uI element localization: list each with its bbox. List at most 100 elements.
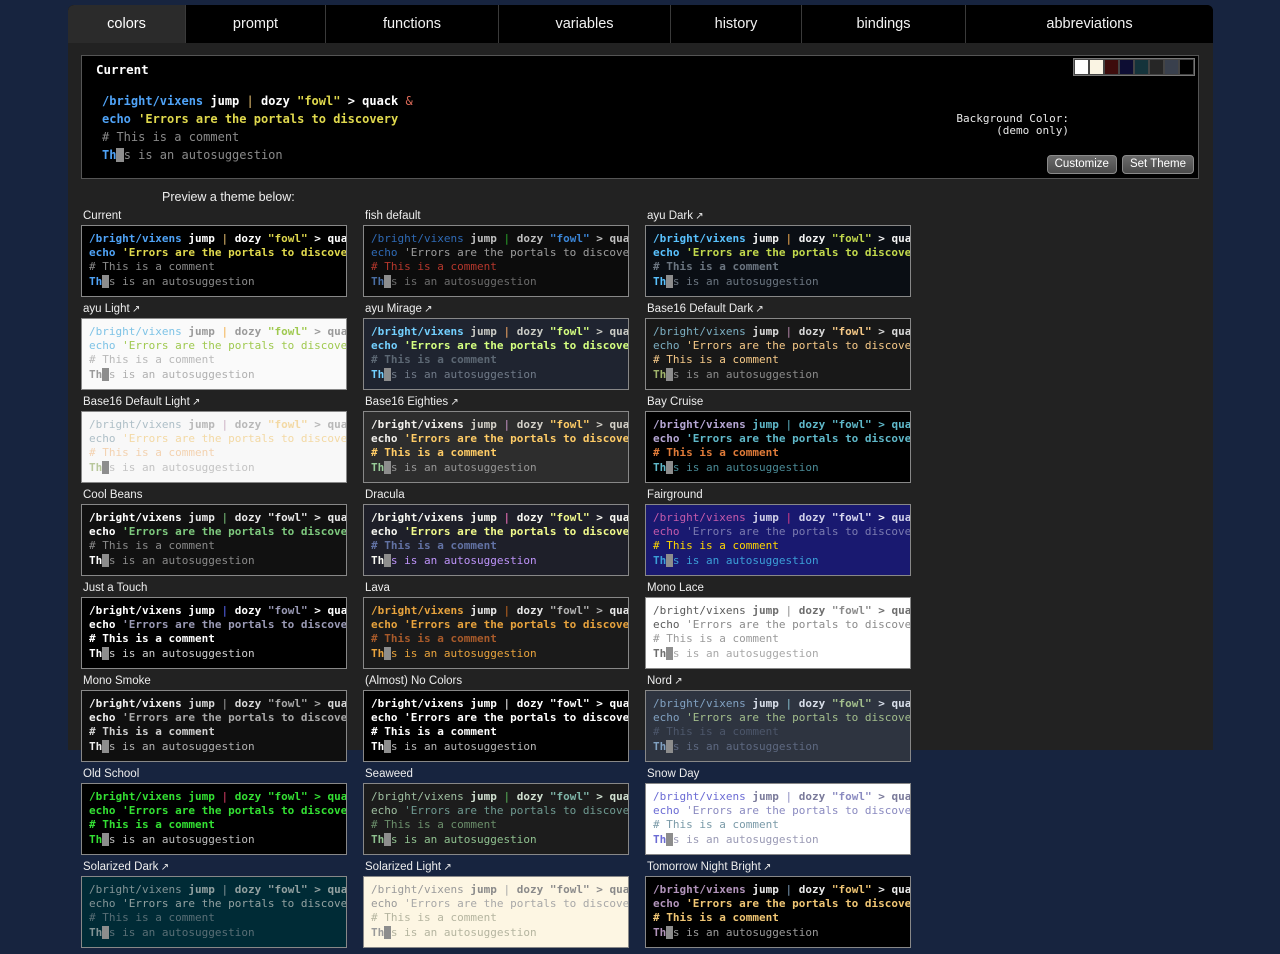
theme-preview-box[interactable]: /bright/vixens jump | dozy "fowl" > quac… (645, 876, 911, 948)
code-command-path: /bright/vixens (371, 697, 464, 710)
theme-preview-box[interactable]: /bright/vixens jump | dozy "fowl" > quac… (363, 504, 629, 576)
theme-preview-box[interactable]: /bright/vixens jump | dozy "fowl" > quac… (81, 225, 347, 297)
background-swatch-1[interactable] (1089, 59, 1104, 75)
theme-name-label[interactable]: Bay Cruise (647, 396, 911, 408)
theme-name-label[interactable]: Dracula (365, 489, 629, 501)
theme-name-label[interactable]: Mono Smoke (83, 675, 347, 687)
theme-preview-box[interactable]: /bright/vixens jump | dozy "fowl" > quac… (645, 597, 911, 669)
tab-abbreviations[interactable]: abbreviations (966, 5, 1213, 43)
external-link-icon[interactable]: ↗ (672, 676, 682, 687)
code-quoted-string: "fowl" (549, 790, 590, 803)
theme-name-label[interactable]: ayu Dark ↗ (647, 210, 911, 222)
background-swatch-0[interactable] (1074, 59, 1089, 75)
code-redirect-operator: > (589, 325, 610, 338)
customize-button[interactable]: Customize (1046, 155, 1117, 174)
tab-prompt[interactable]: prompt (186, 5, 326, 43)
theme-preview-box[interactable]: /bright/vixens jump | dozy "fowl" > quac… (645, 225, 911, 297)
background-swatch-2[interactable] (1104, 59, 1119, 75)
theme-preview-box[interactable]: /bright/vixens jump | dozy "fowl" > quac… (363, 318, 629, 390)
theme-name-label[interactable]: (Almost) No Colors (365, 675, 629, 687)
theme-name-label[interactable]: Cool Beans (83, 489, 347, 501)
code-command-echo: echo (371, 618, 398, 632)
theme-preview-box[interactable]: /bright/vixens jump | dozy "fowl" > quac… (645, 318, 911, 390)
external-link-icon[interactable]: ↗ (761, 862, 771, 873)
tab-colors[interactable]: colors (68, 5, 186, 43)
theme-cell: Seaweed/bright/vixens jump | dozy "fowl"… (363, 768, 645, 855)
theme-preview-box[interactable]: /bright/vixens jump | dozy "fowl" > quac… (81, 783, 347, 855)
background-swatch-7[interactable] (1179, 59, 1194, 75)
code-comment: # This is a comment (371, 632, 497, 646)
theme-name-label[interactable]: Solarized Dark ↗ (83, 861, 347, 873)
sample-line-echo: echo 'Errors are the portals to discover… (102, 110, 413, 128)
code-cursor: i (384, 646, 391, 660)
theme-name-label[interactable]: ayu Mirage ↗ (365, 303, 629, 315)
theme-cell: Dracula/bright/vixens jump | dozy "fowl"… (363, 489, 645, 576)
external-link-icon[interactable]: ↗ (753, 304, 763, 315)
theme-name-label[interactable]: ayu Light ↗ (83, 303, 347, 315)
theme-name-label[interactable]: Lava (365, 582, 629, 594)
external-link-icon[interactable]: ↗ (190, 397, 200, 408)
theme-preview-box[interactable]: /bright/vixens jump | dozy "fowl" > quac… (363, 876, 629, 948)
theme-name-label[interactable]: Current (83, 210, 347, 222)
code-quoted-string: "fowl" (267, 418, 308, 431)
sample-line-echo: echo 'Errors are the portals to discover… (371, 339, 628, 353)
theme-preview-box[interactable]: /bright/vixens jump | dozy "fowl" > quac… (81, 876, 347, 948)
theme-preview-box[interactable]: /bright/vixens jump | dozy "fowl" > quac… (363, 783, 629, 855)
code-argument-jump: jump (463, 697, 504, 710)
code-autosuggest-typed: Th (89, 925, 103, 939)
code-argument-jump: jump (745, 325, 786, 338)
theme-preview-box[interactable]: /bright/vixens jump | dozy "fowl" > quac… (645, 783, 911, 855)
theme-preview-box[interactable]: /bright/vixens jump | dozy "fowl" > quac… (645, 690, 911, 762)
theme-preview-box[interactable]: /bright/vixens jump | dozy "fowl" > quac… (363, 411, 629, 483)
theme-preview-box[interactable]: /bright/vixens jump | dozy "fowl" > quac… (81, 690, 347, 762)
theme-preview-box[interactable]: /bright/vixens jump | dozy "fowl" > quac… (363, 225, 629, 297)
theme-name-label[interactable]: Base16 Default Light ↗ (83, 396, 347, 408)
theme-name-label[interactable]: Old School (83, 768, 347, 780)
sample-line-comment: # This is a comment (371, 260, 621, 274)
external-link-icon[interactable]: ↗ (422, 304, 432, 315)
theme-name-label[interactable]: Fairground (647, 489, 911, 501)
theme-name-label[interactable]: Tomorrow Night Bright ↗ (647, 861, 911, 873)
background-swatch-3[interactable] (1119, 59, 1134, 75)
set-theme-button[interactable]: Set Theme (1121, 155, 1194, 174)
sample-line-autosuggestion: This is an autosuggestion (89, 739, 339, 754)
external-link-icon[interactable]: ↗ (448, 397, 458, 408)
code-argument-jump: jump (463, 604, 504, 617)
theme-name-label[interactable]: fish default (365, 210, 629, 222)
background-swatch-5[interactable] (1149, 59, 1164, 75)
theme-preview-box[interactable]: /bright/vixens jump | dozy "fowl" > quac… (363, 597, 629, 669)
code-command-echo: echo (653, 246, 680, 260)
external-link-icon[interactable]: ↗ (693, 211, 703, 222)
theme-name-label[interactable]: Base16 Default Dark ↗ (647, 303, 911, 315)
sample-line-comment: # This is a comment (653, 911, 903, 925)
theme-name-label[interactable]: Mono Lace (647, 582, 911, 594)
tab-functions[interactable]: functions (326, 5, 499, 43)
tab-bindings[interactable]: bindings (802, 5, 966, 43)
theme-name-label[interactable]: Seaweed (365, 768, 629, 780)
theme-name-label[interactable]: Solarized Light ↗ (365, 861, 629, 873)
theme-preview-box[interactable]: /bright/vixens jump | dozy "fowl" > quac… (81, 411, 347, 483)
theme-name-label[interactable]: Nord ↗ (647, 675, 911, 687)
theme-preview-box[interactable]: /bright/vixens jump | dozy "fowl" > quac… (363, 690, 629, 762)
theme-preview-box[interactable]: /bright/vixens jump | dozy "fowl" > quac… (81, 504, 347, 576)
code-command-quack: quack (609, 697, 629, 710)
theme-name-label[interactable]: Base16 Eighties ↗ (365, 396, 629, 408)
theme-name-label[interactable]: Snow Day (647, 768, 911, 780)
background-swatch-4[interactable] (1134, 59, 1149, 75)
code-autosuggest-typed: Th (89, 646, 103, 660)
sample-line-echo: echo 'Errors are the portals to discover… (371, 432, 628, 446)
theme-cell: Bay Cruise/bright/vixens jump | dozy "fo… (645, 396, 927, 483)
code-autosuggest-rest: s is an autosuggestion (108, 646, 255, 660)
theme-preview-box[interactable]: /bright/vixens jump | dozy "fowl" > quac… (81, 318, 347, 390)
external-link-icon[interactable]: ↗ (441, 862, 451, 873)
tab-variables[interactable]: variables (499, 5, 671, 43)
external-link-icon[interactable]: ↗ (130, 304, 140, 315)
background-swatch-6[interactable] (1164, 59, 1179, 75)
theme-preview-box[interactable]: /bright/vixens jump | dozy "fowl" > quac… (81, 597, 347, 669)
external-link-icon[interactable]: ↗ (158, 862, 169, 873)
code-unterminated-string: 'Errors are the portals to discovery (115, 618, 347, 632)
theme-name-label[interactable]: Just a Touch (83, 582, 347, 594)
tab-history[interactable]: history (671, 5, 802, 43)
theme-preview-box[interactable]: /bright/vixens jump | dozy "fowl" > quac… (645, 504, 911, 576)
theme-preview-box[interactable]: /bright/vixens jump | dozy "fowl" > quac… (645, 411, 911, 483)
